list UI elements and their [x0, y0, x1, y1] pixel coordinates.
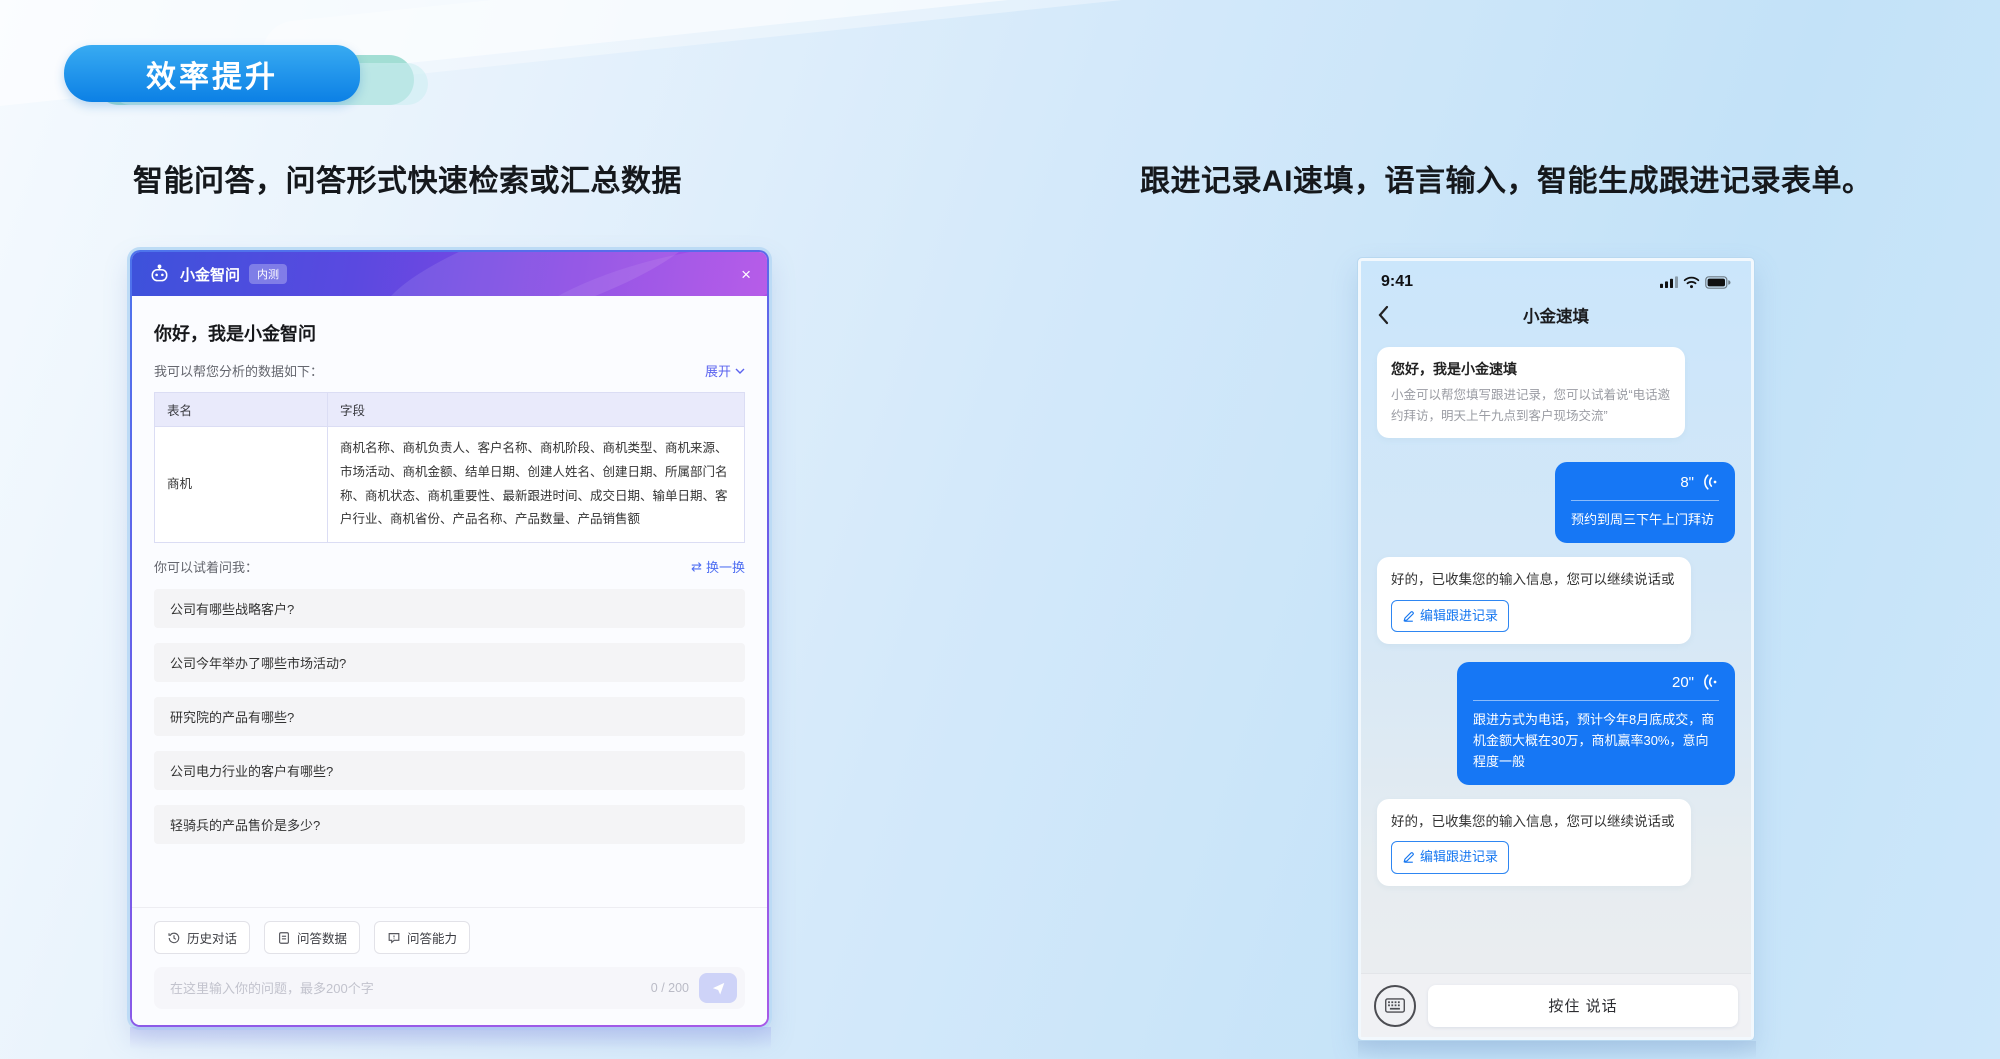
edit-record-button[interactable]: 编辑跟进记录 [1391, 600, 1509, 633]
qa-dialog-window: 小金智问 内测 × 你好，我是小金智问 我可以帮您分析的数据如下： 展开 [130, 250, 769, 1027]
voice-message-bubble[interactable]: 8" 预约到周三下午上门拜访 [1555, 462, 1735, 543]
chevron-down-icon [735, 366, 745, 376]
collected-text: 好的，已收集您的输入信息，您可以继续说话或 [1391, 811, 1677, 833]
close-icon[interactable]: × [741, 266, 751, 283]
suggested-question[interactable]: 轻骑兵的产品售价是多少? [154, 805, 745, 844]
history-button[interactable]: 历史对话 [154, 921, 250, 954]
pencil-icon [1402, 851, 1415, 864]
page: 效率提升 智能问答，问答形式快速检索或汇总数据 跟进记录AI速填，语言输入，智能… [0, 0, 2000, 1059]
data-table: 表名 字段 商机 商机名称、商机负责人、客户名称、商机阶段、商机类型、商机来源、… [154, 392, 745, 543]
left-heading-lead: 智能问答， [133, 165, 286, 198]
voice-head: 20" [1473, 673, 1719, 691]
table-cell-fields: 商机名称、商机负责人、客户名称、商机阶段、商机类型、商机来源、市场活动、商机金额… [328, 427, 745, 543]
send-button[interactable] [699, 973, 737, 1003]
status-bar: 9:41 [1361, 261, 1751, 293]
right-feature-heading: 跟进记录AI速填，语言输入，智能生成跟进记录表单。 [1140, 160, 1873, 204]
edit-record-label: 编辑跟进记录 [1420, 847, 1498, 868]
right-heading-rest: ，语言输入，智能生成跟进记录表单。 [1354, 165, 1873, 198]
welcome-body: 小金可以帮您填写跟进记录，您可以试着说“电话邀约拜访，明天上午九点到客户现场交流… [1391, 385, 1671, 426]
voice-divider [1473, 700, 1719, 701]
bot-collected-bubble: 好的，已收集您的输入信息，您可以继续说话或 编辑跟进记录 [1377, 799, 1691, 886]
voice-transcript: 跟进方式为电话，预计今年8月底成交，商机金额大概在30万，商机赢率30%，意向程… [1473, 710, 1719, 772]
voice-duration: 20" [1672, 674, 1694, 691]
voice-divider [1571, 500, 1719, 501]
suggested-question[interactable]: 公司电力行业的客户有哪些? [154, 751, 745, 790]
qa-dialog-titlebar: 小金智问 内测 × [132, 252, 767, 296]
send-icon [711, 981, 726, 996]
history-icon [167, 931, 181, 945]
collected-text: 好的，已收集您的输入信息，您可以继续说话或 [1391, 569, 1677, 591]
status-icons [1660, 276, 1731, 289]
suggested-question[interactable]: 公司今年举办了哪些市场活动? [154, 643, 745, 682]
voice-input-bar: 按住 说话 [1361, 973, 1751, 1037]
section-badge: 效率提升 [64, 45, 404, 107]
qa-intro-text: 我可以帮您分析的数据如下： [154, 361, 323, 380]
phone-reflection [1358, 1041, 1756, 1059]
expand-label: 展开 [705, 361, 731, 380]
qa-data-label: 问答数据 [297, 928, 347, 947]
bot-welcome-bubble: 您好，我是小金速填 小金可以帮您填写跟进记录，您可以试着说“电话邀约拜访，明天上… [1377, 347, 1685, 438]
table-cell-name: 商机 [155, 427, 328, 543]
back-icon[interactable] [1377, 305, 1389, 330]
qa-dialog-title: 小金智问 [180, 264, 240, 285]
qa-dialog-reflection [130, 1027, 771, 1057]
suggested-questions: 公司有哪些战略客户? 公司今年举办了哪些市场活动? 研究院的产品有哪些? 公司电… [154, 589, 745, 844]
edit-record-label: 编辑跟进记录 [1420, 606, 1498, 627]
char-counter: 0 / 200 [651, 981, 689, 995]
beta-badge: 内测 [249, 264, 287, 284]
qa-try-text: 你可以试着问我： [154, 557, 258, 576]
voice-duration: 8" [1680, 474, 1694, 491]
chat-area: 您好，我是小金速填 小金可以帮您填写跟进记录，您可以试着说“电话邀约拜访，明天上… [1361, 337, 1751, 900]
pencil-icon [1402, 610, 1415, 623]
left-heading-rest: 问答形式快速检索或汇总数据 [286, 165, 683, 198]
qa-try-row: 你可以试着问我： ⇄ 换一换 [154, 557, 745, 576]
qa-ability-label: 问答能力 [407, 928, 457, 947]
right-heading-lead: 跟进记录AI速填 [1140, 165, 1354, 198]
voice-message-bubble[interactable]: 20" 跟进方式为电话，预计今年8月底成交，商机金额大概在30万，商机赢率30%… [1457, 662, 1735, 784]
qa-dialog-body: 小金智问 内测 × 你好，我是小金智问 我可以帮您分析的数据如下： 展开 [132, 252, 767, 1025]
suggested-question[interactable]: 公司有哪些战略客户? [154, 589, 745, 628]
voice-transcript: 预约到周三下午上门拜访 [1571, 510, 1719, 531]
qa-data-button[interactable]: 问答数据 [264, 921, 360, 954]
robot-icon [148, 263, 171, 286]
qa-content: 你好，我是小金智问 我可以帮您分析的数据如下： 展开 表名 字段 [132, 296, 767, 844]
voice-head: 8" [1571, 473, 1719, 491]
question-input-row: 0 / 200 [154, 967, 745, 1009]
hold-to-talk-button[interactable]: 按住 说话 [1428, 985, 1738, 1027]
table-row: 商机 商机名称、商机负责人、客户名称、商机阶段、商机类型、商机来源、市场活动、商… [155, 427, 745, 543]
table-header-fields: 字段 [328, 393, 745, 427]
chat-bubble-icon [387, 931, 401, 945]
shuffle-label: 换一换 [706, 557, 745, 576]
qa-footer: 历史对话 问答数据 问答能力 [132, 907, 767, 1025]
welcome-title: 您好，我是小金速填 [1391, 359, 1671, 379]
phone-mockup: 9:41 小金速填 您好，我是小金速填 小金可以 [1358, 258, 1754, 1040]
left-feature-heading: 智能问答，问答形式快速检索或汇总数据 [133, 160, 682, 204]
history-label: 历史对话 [187, 928, 237, 947]
efficiency-badge: 效率提升 [64, 45, 360, 102]
qa-ability-button[interactable]: 问答能力 [374, 921, 470, 954]
suggested-question[interactable]: 研究院的产品有哪些? [154, 697, 745, 736]
bot-collected-bubble: 好的，已收集您的输入信息，您可以继续说话或 编辑跟进记录 [1377, 557, 1691, 644]
expand-link[interactable]: 展开 [705, 361, 745, 380]
qa-intro-row: 我可以帮您分析的数据如下： 展开 [154, 361, 745, 380]
keyboard-toggle-icon[interactable] [1374, 985, 1416, 1027]
document-icon [277, 931, 291, 945]
question-input[interactable] [168, 980, 641, 997]
status-time: 9:41 [1381, 273, 1413, 291]
efficiency-badge-label: 效率提升 [146, 52, 278, 96]
shuffle-icon: ⇄ [691, 559, 702, 575]
nav-bar: 小金速填 [1361, 293, 1751, 337]
table-header-row: 表名 字段 [155, 393, 745, 427]
voice-wave-icon [1701, 473, 1719, 491]
nav-title: 小金速填 [1523, 303, 1589, 327]
qa-toolbar: 历史对话 问答数据 问答能力 [154, 921, 745, 954]
voice-wave-icon [1701, 673, 1719, 691]
qa-greeting: 你好，我是小金智问 [154, 320, 745, 346]
shuffle-link[interactable]: ⇄ 换一换 [691, 557, 745, 576]
edit-record-button[interactable]: 编辑跟进记录 [1391, 841, 1509, 874]
signal-icon [1660, 276, 1678, 288]
battery-icon [1705, 276, 1731, 289]
wifi-icon [1683, 276, 1700, 289]
table-header-name: 表名 [155, 393, 328, 427]
